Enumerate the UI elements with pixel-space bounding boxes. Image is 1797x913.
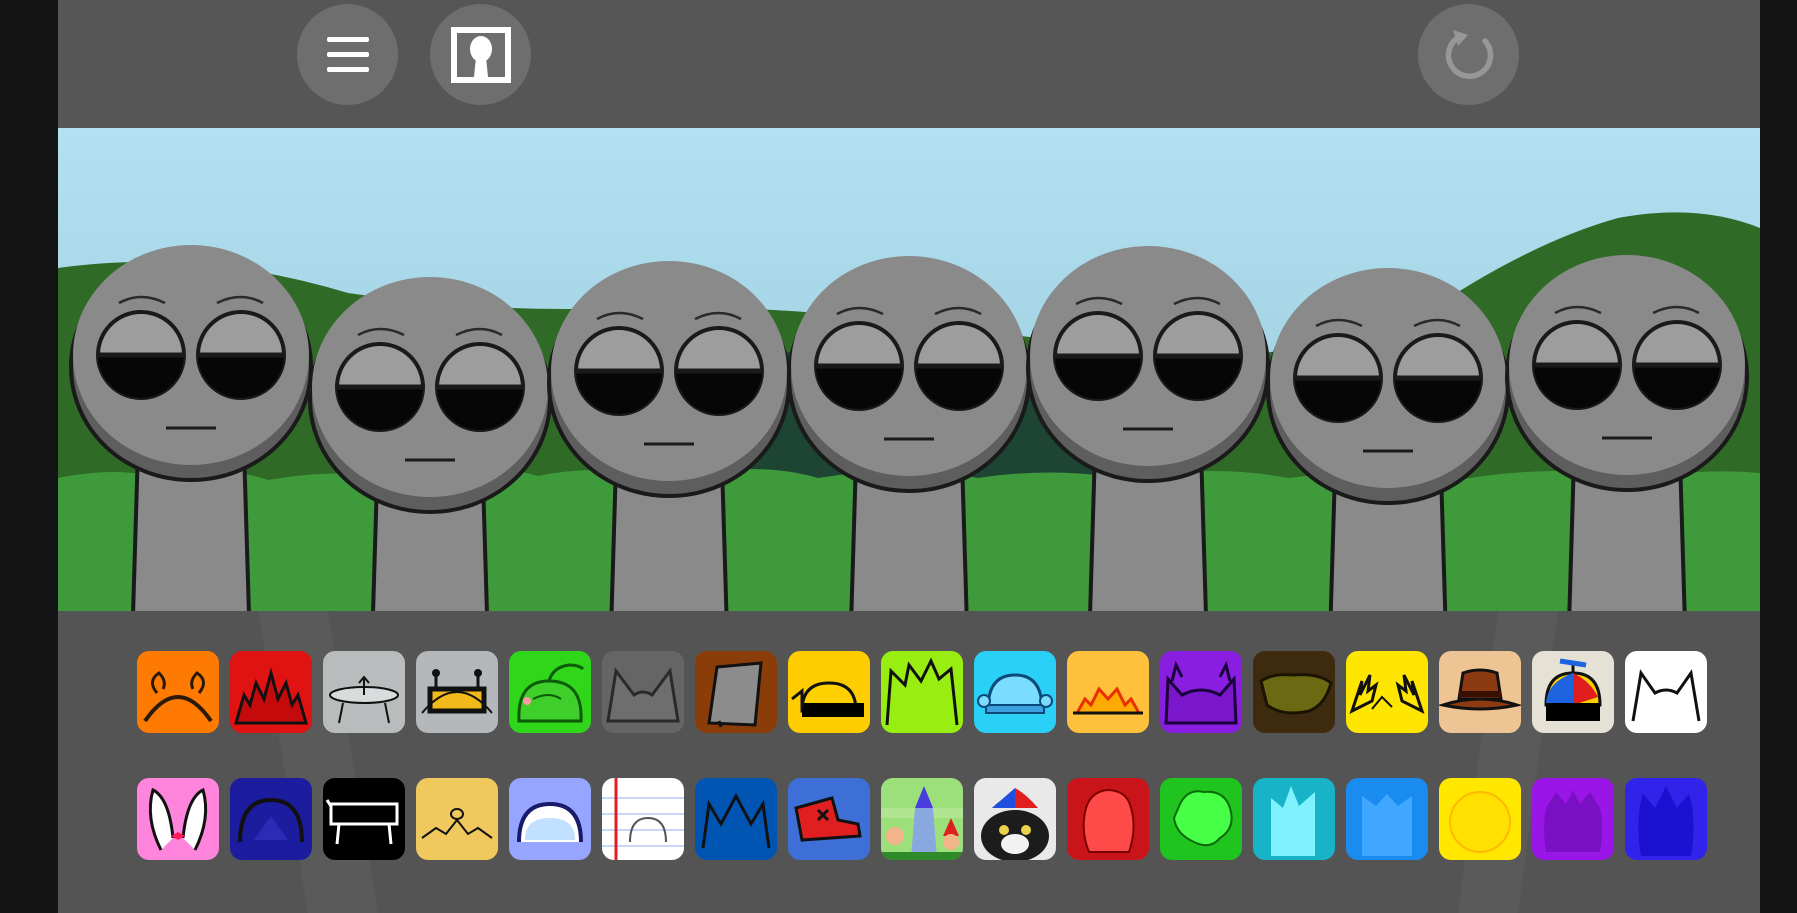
dark-brown-hair-icon <box>1253 651 1335 733</box>
green-blob-icon <box>1160 778 1242 860</box>
red-cap-icon <box>788 778 870 860</box>
yellow-lightning-icon <box>1346 651 1428 733</box>
sound-icon-red-cap[interactable] <box>788 778 870 860</box>
red-blob-icon <box>1067 778 1149 860</box>
sunrise-hair-icon <box>1067 651 1149 733</box>
stage-scene <box>58 128 1760 611</box>
sound-icon-gray-bucket[interactable] <box>695 651 777 733</box>
blue-cloud-dome-icon <box>509 778 591 860</box>
blue-beanie-icon <box>974 651 1056 733</box>
sound-icon-cat-ears-gray[interactable] <box>602 651 684 733</box>
sound-icon-blue-cloud-dome[interactable] <box>509 778 591 860</box>
spiky-red-icon <box>230 651 312 733</box>
sound-icon-gnome-scene[interactable] <box>881 778 963 860</box>
blue-spiky-icon <box>1346 778 1428 860</box>
cat-ears-gray-icon <box>602 651 684 733</box>
propeller-cap-icon <box>1532 651 1614 733</box>
sound-icon-spiky-red[interactable] <box>230 651 312 733</box>
sound-icon-tan-crown[interactable] <box>416 778 498 860</box>
black-bench-icon <box>323 778 405 860</box>
brown-fedora-icon <box>1439 651 1521 733</box>
sound-icon-brown-fedora[interactable] <box>1439 651 1521 733</box>
sound-icon-purple-fluffy[interactable] <box>1532 778 1614 860</box>
hamburger-menu-icon <box>326 36 369 72</box>
keyhole-silhouette-icon <box>450 26 511 83</box>
bunny-ears-icon <box>137 778 219 860</box>
gray-bucket-icon <box>695 651 777 733</box>
sound-icon-ufo-saucer[interactable] <box>323 651 405 733</box>
sound-icon-white-cat-ears[interactable] <box>1625 651 1707 733</box>
sound-icon-yellow-lightning[interactable] <box>1346 651 1428 733</box>
sound-icon-robot-visor[interactable] <box>416 651 498 733</box>
sound-icon-indigo-flame[interactable] <box>1625 778 1707 860</box>
sound-tray <box>58 611 1760 913</box>
game-window <box>58 0 1760 913</box>
refresh-icon <box>1445 29 1493 79</box>
sound-icon-black-bench[interactable] <box>323 778 405 860</box>
sound-icon-yellow-fluffy[interactable] <box>1439 778 1521 860</box>
menu-button[interactable] <box>297 4 398 105</box>
sound-icon-navy-dome[interactable] <box>230 778 312 860</box>
sound-icon-lime-spiky-hair[interactable] <box>881 651 963 733</box>
cyan-spiky-icon <box>1253 778 1335 860</box>
indigo-flame-icon <box>1625 778 1707 860</box>
robot-visor-icon <box>416 651 498 733</box>
sound-icon-blue-crown[interactable] <box>695 778 777 860</box>
tan-crown-icon <box>416 778 498 860</box>
profile-button[interactable] <box>430 4 531 105</box>
sound-icon-purple-horns[interactable] <box>1160 651 1242 733</box>
yellow-helmet-icon <box>788 651 870 733</box>
sound-icon-propeller-cap[interactable] <box>1532 651 1614 733</box>
navy-dome-icon <box>230 778 312 860</box>
sound-icon-headband-antennae[interactable] <box>137 651 219 733</box>
headband-antennae-icon <box>137 651 219 733</box>
character-stage <box>58 128 1760 611</box>
sound-icon-green-blob[interactable] <box>1160 778 1242 860</box>
sound-icon-blue-spiky[interactable] <box>1346 778 1428 860</box>
sound-icon-notebook-paper[interactable] <box>602 778 684 860</box>
sound-icon-cat-with-propeller[interactable] <box>974 778 1056 860</box>
purple-horns-icon <box>1160 651 1242 733</box>
sound-icon-blue-beanie[interactable] <box>974 651 1056 733</box>
sound-icon-sunrise-hair[interactable] <box>1067 651 1149 733</box>
green-pepper-icon <box>509 651 591 733</box>
sound-icon-cyan-spiky[interactable] <box>1253 778 1335 860</box>
sound-icon-bunny-ears[interactable] <box>137 778 219 860</box>
notebook-paper-icon <box>602 778 684 860</box>
sound-icon-dark-brown-hair[interactable] <box>1253 651 1335 733</box>
ufo-saucer-icon <box>323 651 405 733</box>
sound-icon-yellow-helmet[interactable] <box>788 651 870 733</box>
white-cat-ears-icon <box>1625 651 1707 733</box>
blue-crown-icon <box>695 778 777 860</box>
top-toolbar <box>58 0 1760 128</box>
cat-with-propeller-icon <box>974 778 1056 860</box>
purple-fluffy-icon <box>1532 778 1614 860</box>
lime-spiky-hair-icon <box>881 651 963 733</box>
reset-button[interactable] <box>1418 4 1519 105</box>
yellow-fluffy-icon <box>1439 778 1521 860</box>
sound-icon-red-blob[interactable] <box>1067 778 1149 860</box>
gnome-scene-icon <box>881 778 963 860</box>
sound-icon-green-pepper[interactable] <box>509 651 591 733</box>
